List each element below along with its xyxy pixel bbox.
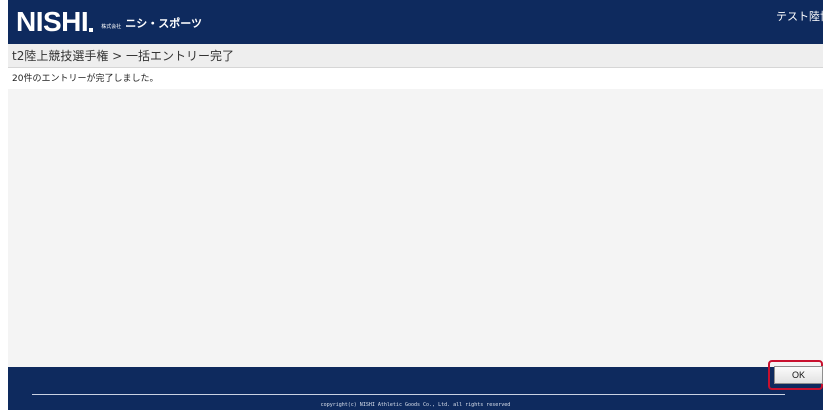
footer-divider <box>32 394 785 395</box>
brand-wordmark: NISHI <box>16 6 89 37</box>
breadcrumb: t2陸上競技選手権 > 一括エントリー完了 <box>12 49 235 63</box>
page-frame: NISHI 株式会社 ニシ・スポーツ テスト陸協 t2陸上競技選手権 > 一括エ… <box>0 0 823 410</box>
brand-logo: NISHI 株式会社 ニシ・スポーツ <box>16 8 202 36</box>
message-bar: 20件のエントリーが完了しました。 <box>8 69 823 89</box>
footer-bar: copyright(c) NISHI Athletic Goods Co., L… <box>8 367 823 410</box>
main-content-area <box>8 89 823 367</box>
brand-subtitle: ニシ・スポーツ <box>125 17 202 30</box>
app-window: NISHI 株式会社 ニシ・スポーツ テスト陸協 t2陸上競技選手権 > 一括エ… <box>8 0 823 410</box>
ok-button[interactable]: OK <box>774 366 823 384</box>
brand-mark-dot <box>89 28 94 32</box>
breadcrumb-bar: t2陸上競技選手権 > 一括エントリー完了 <box>8 44 823 68</box>
brand-subtitle-group: 株式会社 ニシ・スポーツ <box>101 17 202 31</box>
completion-message: 20件のエントリーが完了しました。 <box>12 74 159 84</box>
header-bar: NISHI 株式会社 ニシ・スポーツ テスト陸協 <box>8 0 823 44</box>
copyright-text: copyright(c) NISHI Athletic Goods Co., L… <box>320 402 511 408</box>
brand-corp-tag: 株式会社 <box>101 24 122 30</box>
user-name: テスト陸協 <box>776 10 823 23</box>
